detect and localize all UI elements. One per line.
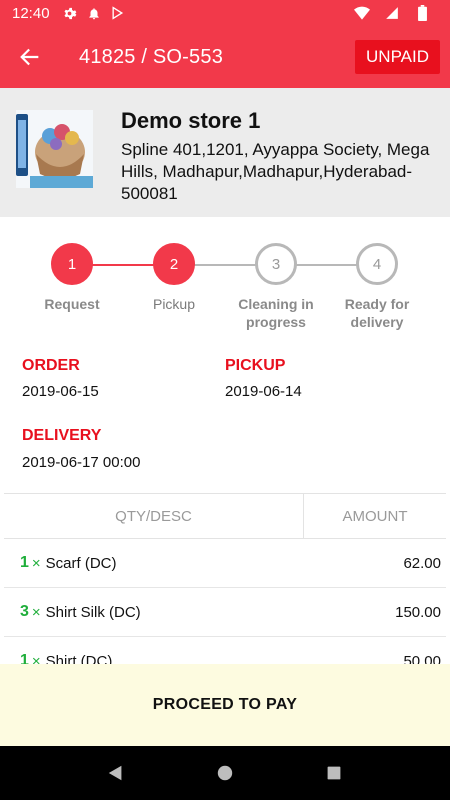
triangle-back-icon: [109, 765, 122, 781]
page-title: 41825 / SO-553: [79, 45, 224, 68]
store-image: [16, 110, 93, 188]
proceed-to-pay-button[interactable]: PROCEED TO PAY: [133, 686, 317, 724]
items-table-header: QTY/DESC AMOUNT: [4, 493, 446, 539]
step-number: 3: [255, 243, 297, 285]
order-label: ORDER: [22, 357, 80, 374]
nav-home-button[interactable]: [205, 753, 245, 793]
item-amount: 150.00: [395, 603, 441, 621]
back-button[interactable]: [0, 26, 60, 88]
app-bar: 41825 / SO-553 UNPAID: [0, 26, 450, 88]
item-desc: Shirt Silk (DC): [45, 603, 141, 621]
store-name: Demo store 1: [121, 108, 261, 133]
step-ready: 4 Ready for delivery: [327, 240, 427, 331]
circle-home-icon: [217, 765, 233, 781]
step-label: Ready for delivery: [344, 296, 410, 330]
step-label: Cleaning in progress: [238, 296, 314, 330]
table-row: 1 × Scarf (DC) 62.00: [4, 539, 446, 588]
square-recents-icon: [327, 766, 341, 780]
delivery-label: DELIVERY: [22, 427, 102, 444]
nav-recents-button[interactable]: [314, 753, 354, 793]
signal-icon: [384, 5, 400, 21]
times-icon: ×: [31, 603, 41, 621]
table-row: 3 × Shirt Silk (DC) 150.00: [4, 588, 446, 637]
order-date: 2019-06-15: [22, 383, 99, 400]
gear-icon: [62, 5, 78, 21]
pickup-date: 2019-06-14: [225, 383, 302, 400]
times-icon: ×: [31, 554, 41, 572]
play-store-icon: [110, 5, 126, 21]
store-address: Spline 401,1201, Ayyappa Society, Mega H…: [121, 140, 430, 203]
status-bar: 12:40: [0, 0, 450, 26]
battery-icon: [414, 5, 430, 21]
wifi-icon: [354, 5, 370, 21]
step-request: 1 Request: [22, 240, 122, 313]
amount-header: AMOUNT: [342, 507, 408, 525]
step-label: Pickup: [152, 296, 196, 312]
pay-footer: PROCEED TO PAY: [0, 664, 450, 746]
qty-desc-header: QTY/DESC: [4, 494, 304, 538]
item-qty: 3: [20, 603, 29, 620]
system-nav-bar: [0, 746, 450, 800]
item-qty: 1: [20, 554, 29, 571]
step-number: 2: [153, 243, 195, 285]
status-time: 12:40: [12, 4, 50, 22]
nav-back-button[interactable]: [96, 753, 136, 793]
bell-icon: [86, 5, 102, 21]
delivery-date: 2019-06-17 00:00: [22, 454, 141, 471]
step-cleaning: 3 Cleaning in progress: [226, 240, 326, 331]
order-progress-stepper: 1 Request 2 Pickup 3 Cleaning in progres…: [0, 240, 450, 330]
pickup-label: PICKUP: [225, 357, 286, 374]
payment-status-badge: UNPAID: [355, 40, 440, 74]
store-header: Demo store 1 Spline 401,1201, Ayyappa So…: [0, 88, 450, 217]
step-number: 1: [51, 243, 93, 285]
item-desc: Scarf (DC): [45, 554, 117, 572]
step-label: Request: [44, 296, 100, 312]
step-pickup: 2 Pickup: [124, 240, 224, 313]
arrow-left-icon: [20, 48, 39, 66]
step-number: 4: [356, 243, 398, 285]
item-amount: 62.00: [403, 554, 441, 572]
